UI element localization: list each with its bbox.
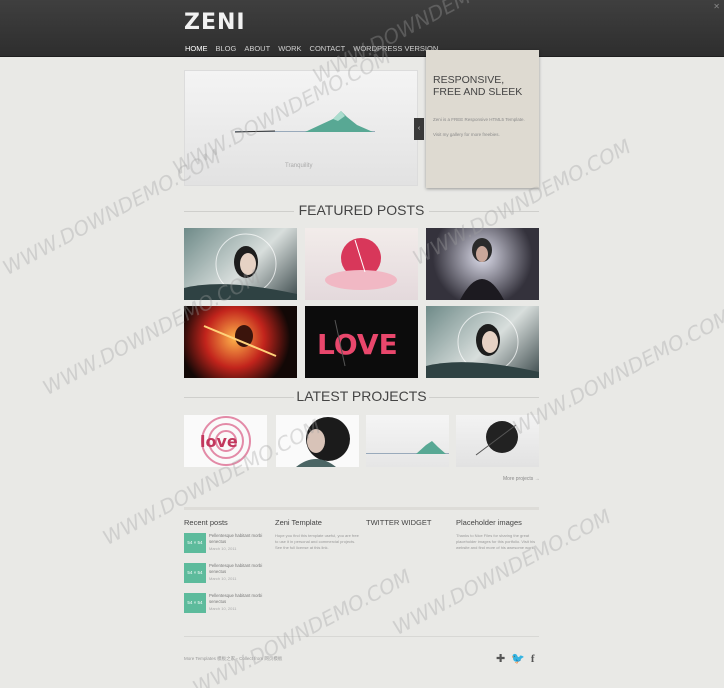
promo-title-line2: FREE AND SLEEK: [433, 86, 523, 98]
fire-figure-image: [203, 325, 277, 357]
social-icons: ✚ 🐦 f: [496, 652, 535, 666]
project-thumb-1[interactable]: love: [184, 415, 267, 467]
post-title[interactable]: Pellentesque habitant morbi senectus: [209, 563, 269, 574]
footer-divider: [184, 636, 539, 637]
black-sphere-image: [475, 421, 518, 456]
more-projects-link[interactable]: More projects →: [503, 476, 540, 482]
promo-title: RESPONSIVE, FREE AND SLEEK: [433, 74, 532, 98]
footer-credits[interactable]: More Templates 模板之家 - Collect from 网页模板: [184, 656, 282, 662]
recent-post-item[interactable]: 54 × 54 Pellentesque habitant morbi sene…: [184, 563, 270, 593]
mountain-image: [366, 441, 449, 454]
post-title[interactable]: Pellentesque habitant morbi senectus: [209, 533, 269, 544]
project-thumb-2[interactable]: [276, 415, 359, 467]
project-thumb-3[interactable]: [366, 415, 449, 467]
featured-posts-heading: FEATURED POSTS: [184, 202, 539, 218]
template-widget: Zeni Template Hope you find this templat…: [275, 518, 361, 551]
featured-post-thumb-5[interactable]: LOVE: [305, 306, 418, 378]
promo-link-text[interactable]: Visit my gallery for more freebies.: [433, 131, 532, 138]
featured-post-thumb-1[interactable]: [184, 228, 297, 300]
mountain-image: [235, 111, 375, 133]
love-lettering-image: LOVE: [317, 319, 398, 367]
portrait-image: [184, 233, 297, 300]
post-date: March 10, 2011: [209, 606, 237, 611]
featured-post-thumb-4[interactable]: [184, 306, 297, 378]
recent-posts-widget: Recent posts 54 × 54 Pellentesque habita…: [184, 518, 270, 623]
facebook-icon[interactable]: f: [531, 653, 535, 665]
nav-about[interactable]: ABOUT: [244, 44, 270, 59]
site-logo[interactable]: ZENI: [184, 10, 246, 35]
post-thumbnail: 54 × 54: [184, 533, 206, 553]
template-widget-title: Zeni Template: [275, 518, 322, 527]
hero-slider[interactable]: Tranquility: [184, 70, 418, 186]
close-icon[interactable]: ✕: [713, 2, 720, 11]
top-bar: ZENI HOME BLOG ABOUT WORK CONTACT WORDPR…: [0, 0, 724, 59]
post-date: March 10, 2011: [209, 546, 237, 551]
nav-work[interactable]: WORK: [278, 44, 301, 59]
red-sphere-image: [325, 238, 397, 290]
post-thumbnail: 54 × 54: [184, 593, 206, 613]
recent-posts-title: Recent posts: [184, 518, 228, 527]
placeholder-widget-title: Placeholder images: [456, 518, 522, 527]
twitter-widget: TWITTER WIDGET: [366, 518, 452, 533]
nav-contact[interactable]: CONTACT: [310, 44, 346, 59]
slider-caption: Tranquility: [285, 163, 313, 169]
promo-box: RESPONSIVE, FREE AND SLEEK Zeni is a FRE…: [426, 50, 539, 188]
praying-figure-image: [460, 238, 504, 300]
love-spiral-image: love: [200, 416, 251, 466]
project-thumb-4[interactable]: [456, 415, 539, 467]
portrait-circle-image: [296, 417, 350, 467]
nav-home[interactable]: HOME: [185, 44, 208, 59]
portrait-image: [426, 311, 539, 378]
promo-title-line1: RESPONSIVE,: [433, 74, 505, 86]
svg-text:LOVE: LOVE: [317, 328, 398, 361]
recent-post-item[interactable]: 54 × 54 Pellentesque habitant morbi sene…: [184, 533, 270, 563]
post-thumbnail: 54 × 54: [184, 563, 206, 583]
template-widget-text: Hope you find this template useful, you …: [275, 533, 359, 550]
svg-text:love: love: [200, 432, 238, 451]
twitter-icon[interactable]: 🐦: [511, 652, 525, 665]
slider-prev-arrow[interactable]: ‹: [414, 118, 424, 140]
placeholder-widget: Placeholder images Thanks to Nice Files …: [456, 518, 542, 551]
watermark: WWW.DOWNDEMO.COM: [508, 304, 724, 440]
featured-post-thumb-2[interactable]: [305, 228, 418, 300]
post-date: March 10, 2011: [209, 576, 237, 581]
widgets-divider: [184, 507, 539, 510]
plus-icon[interactable]: ✚: [496, 652, 505, 665]
promo-text: Zeni is a FREE Responsive HTML5 Template…: [433, 117, 525, 122]
recent-post-item[interactable]: 54 × 54 Pellentesque habitant morbi sene…: [184, 593, 270, 623]
featured-post-thumb-3[interactable]: [426, 228, 539, 300]
placeholder-widget-text: Thanks to Nice Files for sharing the gre…: [456, 533, 536, 550]
main-nav: HOME BLOG ABOUT WORK CONTACT WORDPRESS V…: [185, 44, 438, 59]
featured-post-thumb-6[interactable]: [426, 306, 539, 378]
post-title[interactable]: Pellentesque habitant morbi senectus: [209, 593, 269, 604]
nav-blog[interactable]: BLOG: [216, 44, 237, 59]
latest-projects-heading: LATEST PROJECTS: [184, 388, 539, 404]
twitter-widget-title: TWITTER WIDGET: [366, 518, 432, 527]
